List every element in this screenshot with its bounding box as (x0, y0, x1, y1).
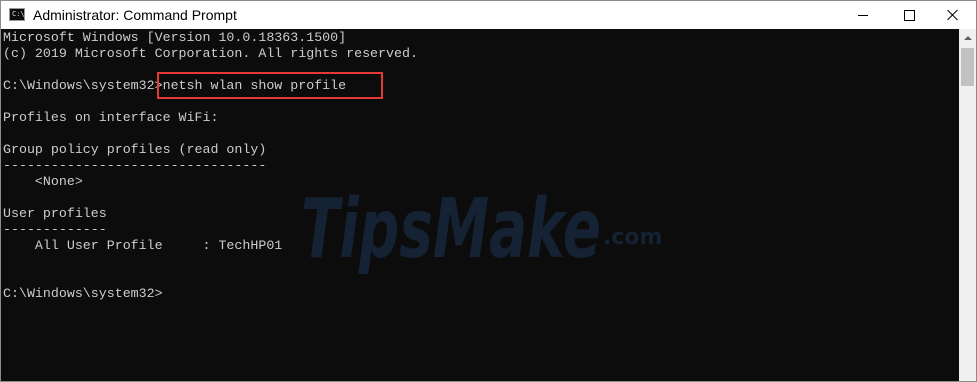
console-line: Microsoft Windows [Version 10.0.18363.15… (3, 30, 347, 45)
cmd-app-icon[interactable]: C:\ (9, 8, 25, 21)
close-button[interactable] (930, 1, 976, 29)
close-icon (947, 9, 959, 21)
tipsmake-watermark-logo: TipsMake .com (301, 182, 671, 277)
title-bar[interactable]: C:\ Administrator: Command Prompt (1, 1, 976, 29)
scroll-thumb[interactable] (961, 48, 974, 86)
minimize-button[interactable] (840, 1, 886, 29)
command-highlight-box (157, 72, 383, 99)
console-line: Group policy profiles (read only) (3, 142, 267, 157)
command-prompt-window: C:\ Administrator: Command Prompt TipsMa… (0, 0, 977, 382)
console-line: --------------------------------- (3, 158, 267, 173)
console-line: Profiles on interface WiFi: (3, 110, 219, 125)
console-line: (c) 2019 Microsoft Corporation. All righ… (3, 46, 418, 61)
console-line: <None> (3, 174, 83, 189)
maximize-icon (903, 9, 915, 21)
svg-text:TipsMake: TipsMake (301, 182, 601, 277)
scroll-up-button[interactable] (959, 29, 976, 46)
window-title: Administrator: Command Prompt (33, 7, 237, 23)
console-line: All User Profile : TechHP01 (3, 238, 283, 253)
svg-text:.com: .com (603, 225, 662, 250)
console-output[interactable]: TipsMake .com Microsoft Windows [Version… (1, 29, 959, 381)
vertical-scrollbar[interactable] (959, 29, 976, 381)
console-line-prompt: C:\Windows\system32> (3, 286, 163, 301)
maximize-button[interactable] (886, 1, 932, 29)
arrow-up-icon (963, 35, 972, 40)
cmd-icon-glyph: C:\ (12, 10, 25, 18)
console-line: ------------- (3, 222, 107, 237)
minimize-icon (858, 14, 868, 16)
console-line: User profiles (3, 206, 107, 221)
